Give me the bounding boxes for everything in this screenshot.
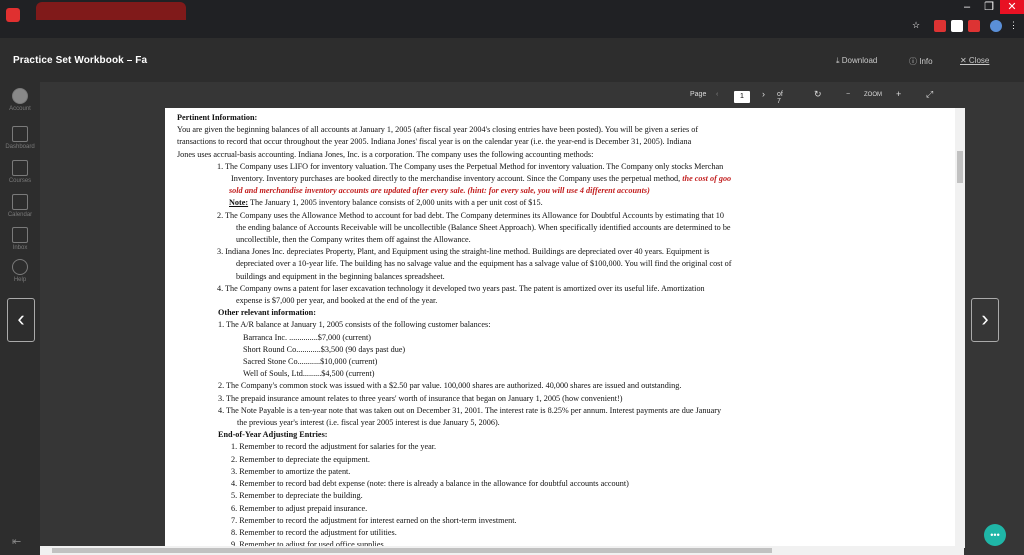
page-count: of 7 — [777, 91, 783, 105]
customer-balance: Barranca Inc. ..............$7,000 (curr… — [243, 332, 371, 342]
list-item: 1. The A/R balance at January 1, 2005 co… — [218, 320, 491, 330]
paragraph-line: Jones uses accrual-basis accounting. Ind… — [177, 149, 594, 159]
list-item: 2. Remember to depreciate the equipment. — [231, 454, 370, 464]
close-button[interactable]: ✕ Close — [960, 56, 989, 65]
list-item: 1. Remember to record the adjustment for… — [231, 442, 437, 452]
collapse-nav-icon[interactable]: ⇤ — [12, 535, 21, 548]
list-item: 4. Remember to record bad debt expense (… — [231, 479, 629, 489]
list-item: 1. The Company uses LIFO for inventory v… — [217, 161, 724, 171]
list-item: 2. The Company's common stock was issued… — [218, 381, 682, 391]
zoom-out-button[interactable]: − — [846, 91, 850, 98]
calendar-icon — [12, 194, 28, 210]
rotate-icon[interactable]: ↻ — [814, 89, 822, 100]
browser-logo-icon — [6, 8, 20, 22]
list-item: 7. Remember to record the adjustment for… — [231, 515, 517, 525]
nav-courses[interactable]: Courses — [0, 160, 40, 184]
horizontal-scroll-thumb[interactable] — [52, 548, 772, 553]
list-item: the previous year's interest (i.e. fisca… — [237, 418, 500, 428]
nav-account[interactable]: Account — [0, 88, 40, 112]
account-icon — [12, 88, 28, 104]
close-window-icon[interactable]: ✕ — [1000, 0, 1024, 14]
previous-file-button[interactable]: ‹ — [7, 298, 35, 342]
paragraph-line: transactions to record that occur throug… — [177, 137, 692, 147]
list-item: Note: The January 1, 2005 inventory bala… — [229, 198, 543, 208]
courses-icon — [12, 160, 28, 176]
zoom-label: ZOOM — [864, 92, 882, 98]
section-heading: Pertinent Information: — [177, 113, 258, 122]
next-page-icon[interactable]: › — [762, 89, 765, 99]
bookmark-star-icon[interactable]: ☆ — [912, 20, 924, 32]
dashboard-icon — [12, 126, 28, 142]
browser-menu-icon[interactable]: ⋮ — [1009, 20, 1021, 32]
document-page: Pertinent Information: You are given the… — [165, 108, 961, 548]
list-item: Inventory. Inventory purchases are booke… — [231, 174, 732, 184]
list-item: 5. Remember to depreciate the building. — [231, 491, 363, 501]
nav-calendar[interactable]: Calendar — [0, 194, 40, 218]
customer-balance: Short Round Co............$3,500 (90 day… — [243, 344, 406, 354]
document-title: Practice Set Workbook – Fa — [13, 55, 148, 66]
list-item: depreciated over a 10-year life. The bui… — [236, 259, 732, 269]
section-heading: End-of-Year Adjusting Entries: — [218, 430, 328, 440]
list-item: 4. The Company owns a patent for laser e… — [217, 283, 705, 293]
list-item: the ending balance of Accounts Receivabl… — [236, 222, 731, 232]
list-item: 3. The prepaid insurance amount relates … — [218, 393, 623, 403]
list-item: uncollectible, then the Company writes t… — [236, 235, 471, 245]
browser-chrome: – ❐ ✕ ☆ ⋮ — [0, 0, 1024, 38]
help-icon — [12, 259, 28, 275]
prev-page-icon[interactable]: ‹ — [716, 91, 718, 98]
extension-icon[interactable] — [951, 20, 963, 32]
list-item: 8. Remember to record the adjustment for… — [231, 527, 397, 537]
fullscreen-icon[interactable]: ⤢ — [926, 89, 933, 100]
list-item: 3. Remember to amortize the patent. — [231, 466, 351, 476]
list-item: 3. Indiana Jones Inc. depreciates Proper… — [217, 247, 710, 257]
next-file-button[interactable]: › — [971, 298, 999, 342]
zoom-in-button[interactable]: + — [896, 89, 901, 99]
download-button[interactable]: ⤓ Download — [836, 56, 877, 66]
list-item: buildings and equipment in the beginning… — [236, 271, 445, 281]
list-item: 6. Remember to adjust prepaid insurance. — [231, 503, 368, 513]
restore-icon[interactable]: ❐ — [980, 0, 998, 14]
nav-dashboard[interactable]: Dashboard — [0, 126, 40, 150]
nav-inbox[interactable]: Inbox — [0, 227, 40, 251]
chat-icon[interactable]: ••• — [984, 524, 1006, 546]
info-button[interactable]: ⓘ Info — [909, 56, 933, 67]
customer-balance: Sacred Stone Co...........$10,000 (curre… — [243, 357, 378, 367]
list-item: sold and merchandise inventory accounts … — [229, 186, 650, 196]
vertical-scroll-thumb[interactable] — [957, 151, 963, 183]
list-item: 4. The Note Payable is a ten-year note t… — [218, 405, 722, 415]
profile-avatar-icon[interactable] — [990, 20, 1002, 32]
nav-help[interactable]: Help — [0, 259, 40, 283]
list-item: expense is $7,000 per year, and booked a… — [236, 296, 438, 306]
extension-icon[interactable] — [934, 20, 946, 32]
section-heading: Other relevant information: — [218, 308, 316, 318]
list-item: 2. The Company uses the Allowance Method… — [217, 210, 724, 220]
page-number-input[interactable]: 1 — [734, 91, 750, 103]
page-label: Page — [690, 91, 707, 98]
minimize-icon[interactable]: – — [958, 0, 976, 14]
extension-icon[interactable] — [968, 20, 980, 32]
paragraph-line: You are given the beginning balances of … — [177, 125, 699, 135]
inbox-icon — [12, 227, 28, 243]
customer-balance: Well of Souls, Ltd.........$4,500 (curre… — [243, 369, 375, 379]
browser-tab[interactable] — [36, 2, 186, 20]
